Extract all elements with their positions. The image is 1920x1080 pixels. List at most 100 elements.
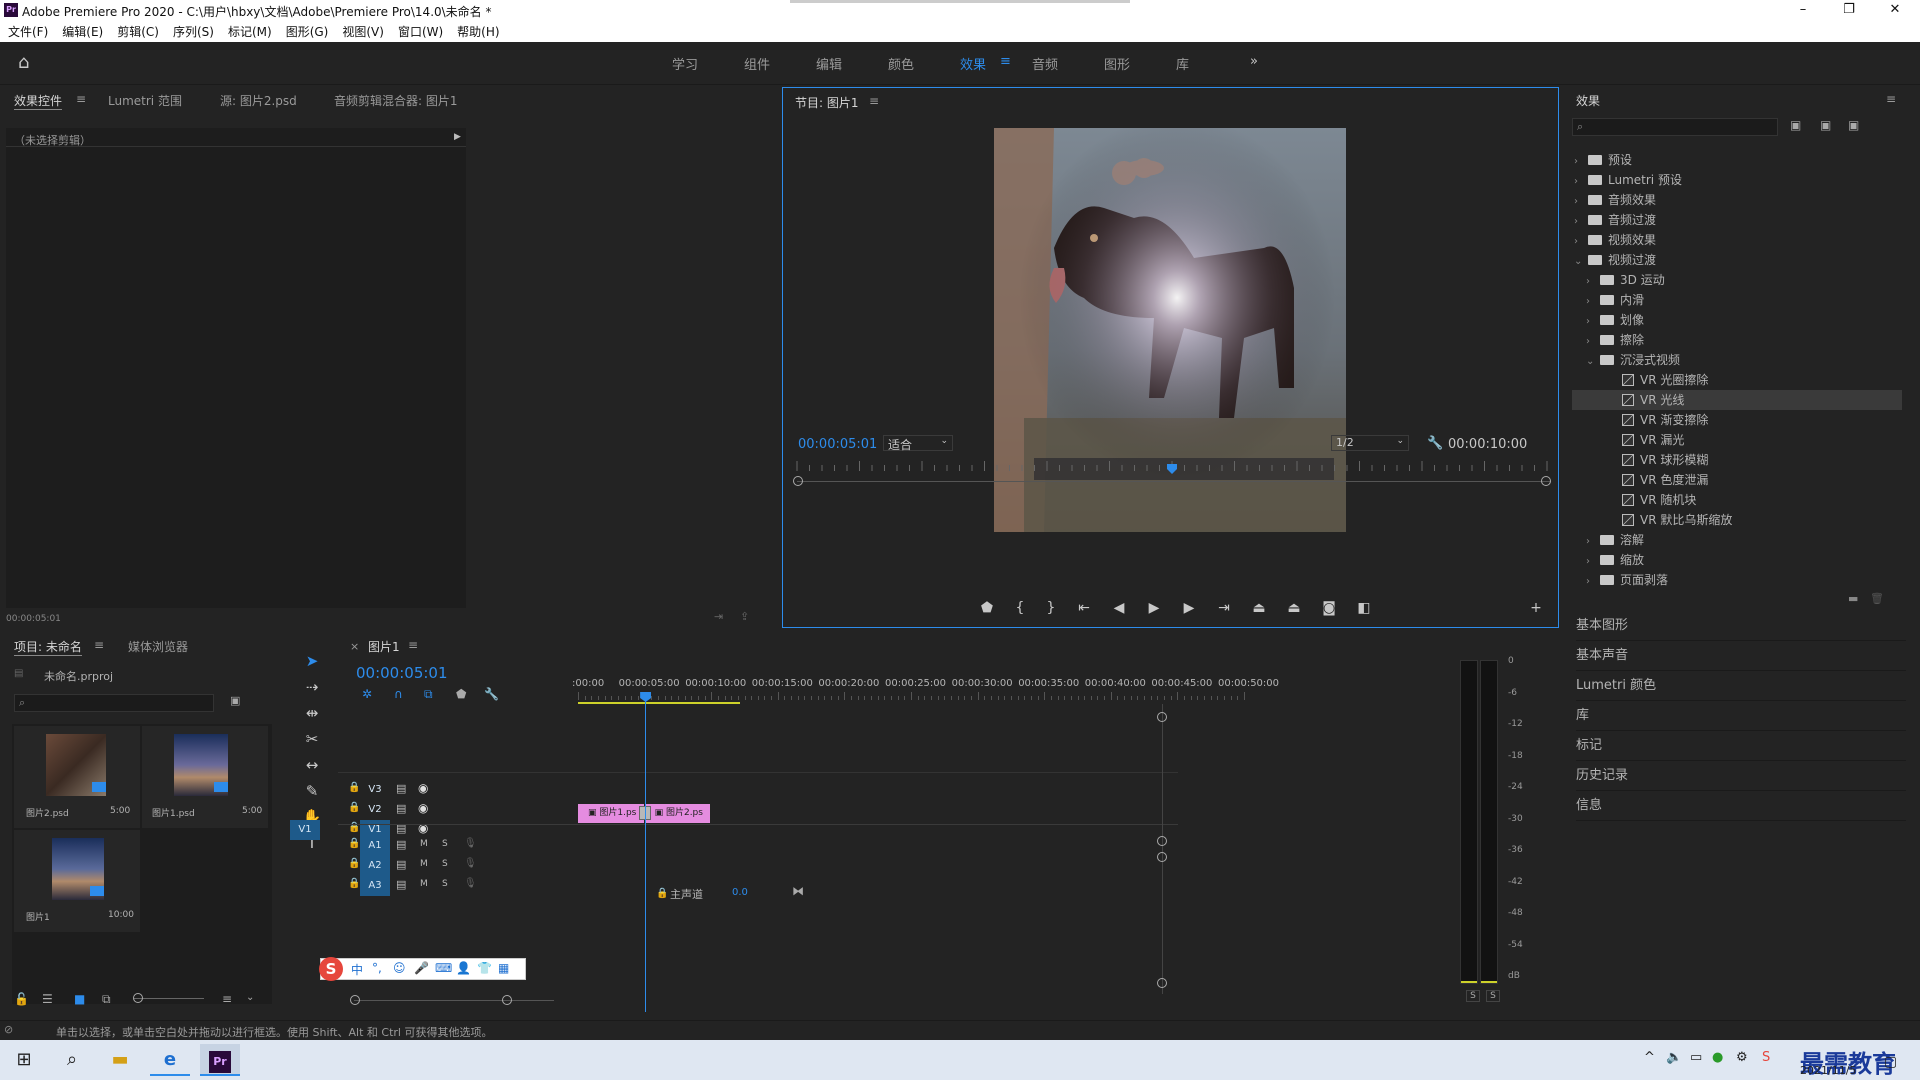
mute-button[interactable]: M [420,879,428,889]
menu-marker[interactable]: 标记(M) [228,22,272,42]
ime-button[interactable]: 中 [351,961,363,978]
tray-app-icon[interactable]: ● [1712,1050,1723,1065]
network-icon[interactable]: ▭ [1690,1050,1702,1065]
more-workspaces-icon[interactable]: » [1250,54,1258,69]
track-lock-icon[interactable]: 🔒 [348,838,360,849]
panel-essential-sound[interactable]: 基本声音 [1576,641,1906,671]
sync-lock-icon[interactable]: ▤ [396,782,406,795]
workspace-libraries[interactable]: 库 [1176,54,1189,73]
voiceover-mic-icon[interactable]: 🎙 [464,878,477,889]
solo-button[interactable]: S [442,859,448,869]
zoom-slider-handle[interactable] [133,993,143,1003]
chevron-right-icon[interactable]: › [1574,152,1584,172]
effect-item[interactable]: VR 光线 [1572,390,1902,410]
play-icon[interactable]: ▶ [1143,600,1165,616]
chevron-right-icon[interactable]: › [1586,272,1596,292]
sort-icon[interactable]: ≡ [222,992,232,1006]
project-item[interactable]: 图片2.psd 5:00 [14,726,140,828]
hscroll-handle-right[interactable] [502,995,512,1005]
ime-button[interactable]: 🎤 [414,961,429,975]
track-select-tool-icon[interactable]: ⇢ [300,678,324,700]
track-target-toggle[interactable]: A3 [360,876,390,896]
panel-essential-graphics[interactable]: 基本图形 [1576,611,1906,641]
track-lock-icon[interactable]: 🔒 [348,782,360,793]
chevron-right-icon[interactable]: › [1574,192,1584,212]
razor-tool-icon[interactable]: ✂ [300,730,324,752]
effects-search-input[interactable]: ⌕ [1572,118,1778,136]
program-menu-icon[interactable]: ≡ [869,94,879,108]
chevron-down-icon[interactable]: ⌄ [1574,252,1584,272]
tray-chevron-icon[interactable]: ^ [1644,1050,1655,1065]
playhead-handle[interactable] [640,692,652,702]
effects-menu-icon[interactable]: ≡ [1886,92,1896,106]
zoom-slider[interactable] [134,998,204,999]
chevron-right-icon[interactable]: › [1586,572,1596,592]
menu-window[interactable]: 窗口(W) [398,22,443,42]
windows-start-icon[interactable]: ⊞ [4,1044,44,1076]
sequence-tab[interactable]: 图片1 [368,638,400,655]
close-window-button[interactable]: ✕ [1872,0,1918,22]
tab-audio-clip-mixer[interactable]: 音频剪辑混合器: 图片1 [334,92,458,109]
sync-lock-icon[interactable]: ▤ [396,802,406,815]
ime-button[interactable]: 👕 [477,961,492,975]
vscroll-handle[interactable] [1157,852,1167,862]
track-lock-icon[interactable]: 🔒 [348,858,360,869]
workspace-assembly[interactable]: 组件 [744,54,770,73]
add-marker-icon[interactable]: ⬟ [456,687,466,701]
vscroll-handle[interactable] [1157,712,1167,722]
effect-folder[interactable]: › 音频效果 [1574,190,1908,210]
volume-icon[interactable]: 🔈 [1666,1050,1682,1065]
new-bin-from-search-icon[interactable]: ▣ [230,694,240,707]
chevron-right-icon[interactable]: › [1574,212,1584,232]
effect-item[interactable]: VR 光圈擦除 [1598,370,1908,390]
project-menu-icon[interactable]: ≡ [94,638,104,652]
timeline-clip[interactable]: ▣ 图片2.ps [644,804,711,823]
menu-file[interactable]: 文件(F) [8,22,48,42]
toggle-output-eye-icon[interactable]: ◉ [418,801,428,815]
step-back-icon[interactable]: ◀ [1108,600,1130,616]
effect-folder[interactable]: › 缩放 [1586,550,1908,570]
voiceover-mic-icon[interactable]: 🎙 [464,838,477,849]
project-item[interactable]: 图片1.psd 5:00 [142,726,268,828]
timeline-vscroll[interactable] [1162,704,1163,994]
master-lock-icon[interactable]: 🔒 [656,888,668,899]
solo-button[interactable]: S [442,839,448,849]
maximize-button[interactable]: ❐ [1826,0,1872,22]
tab-media-browser[interactable]: 媒体浏览器 [128,638,188,655]
effect-folder[interactable]: › 页面剥落 [1586,570,1908,590]
workspace-effects[interactable]: 效果 [960,54,986,73]
panel-history[interactable]: 历史记录 [1576,761,1906,791]
menu-help[interactable]: 帮助(H) [457,22,499,42]
effect-item[interactable]: VR 漏光 [1598,430,1908,450]
sequence-menu-icon[interactable]: ≡ [408,638,418,652]
ime-button[interactable]: ☺ [393,961,406,975]
zoom-handle-left[interactable] [793,476,803,486]
ime-button[interactable]: ⌨ [435,961,452,975]
list-view-icon[interactable]: ☰ [42,992,53,1006]
32bit-effects-icon[interactable]: ▣ [1820,118,1831,132]
fit-dropdown[interactable]: 适合 ⌄ [883,435,953,452]
chevron-right-icon[interactable]: › [1586,312,1596,332]
effect-folder[interactable]: › 溶解 [1586,530,1908,550]
resolution-dropdown[interactable]: 1/2 ⌄ [1331,435,1409,451]
comparison-view-icon[interactable]: ◧ [1353,600,1375,616]
tray-app-icon[interactable]: ⚙ [1736,1050,1748,1065]
solo-right-button[interactable]: S [1486,990,1500,1002]
timeline-settings-icon[interactable]: 🔧 [484,687,499,701]
vscroll-handle[interactable] [1157,836,1167,846]
effect-folder[interactable]: › 擦除 [1586,330,1908,350]
workspace-editing[interactable]: 编辑 [816,54,842,73]
ime-button[interactable]: 👤 [456,961,471,975]
track-lock-icon[interactable]: 🔒 [348,878,360,889]
chevron-right-icon[interactable]: › [1574,232,1584,252]
chevron-right-icon[interactable]: › [1574,172,1584,192]
timeline-playhead[interactable] [640,692,652,1012]
panel-info[interactable]: 信息 [1576,791,1906,821]
master-volume-value[interactable]: 0.0 [732,887,748,898]
close-sequence-icon[interactable]: × [350,640,359,653]
effect-item[interactable]: VR 色度泄漏 [1598,470,1908,490]
slip-tool-icon[interactable]: ↔ [300,756,324,778]
new-bin-icon[interactable]: ▬ [1848,592,1858,605]
zoom-bar[interactable] [797,481,1551,482]
effect-item[interactable]: VR 默比乌斯缩放 [1598,510,1908,530]
